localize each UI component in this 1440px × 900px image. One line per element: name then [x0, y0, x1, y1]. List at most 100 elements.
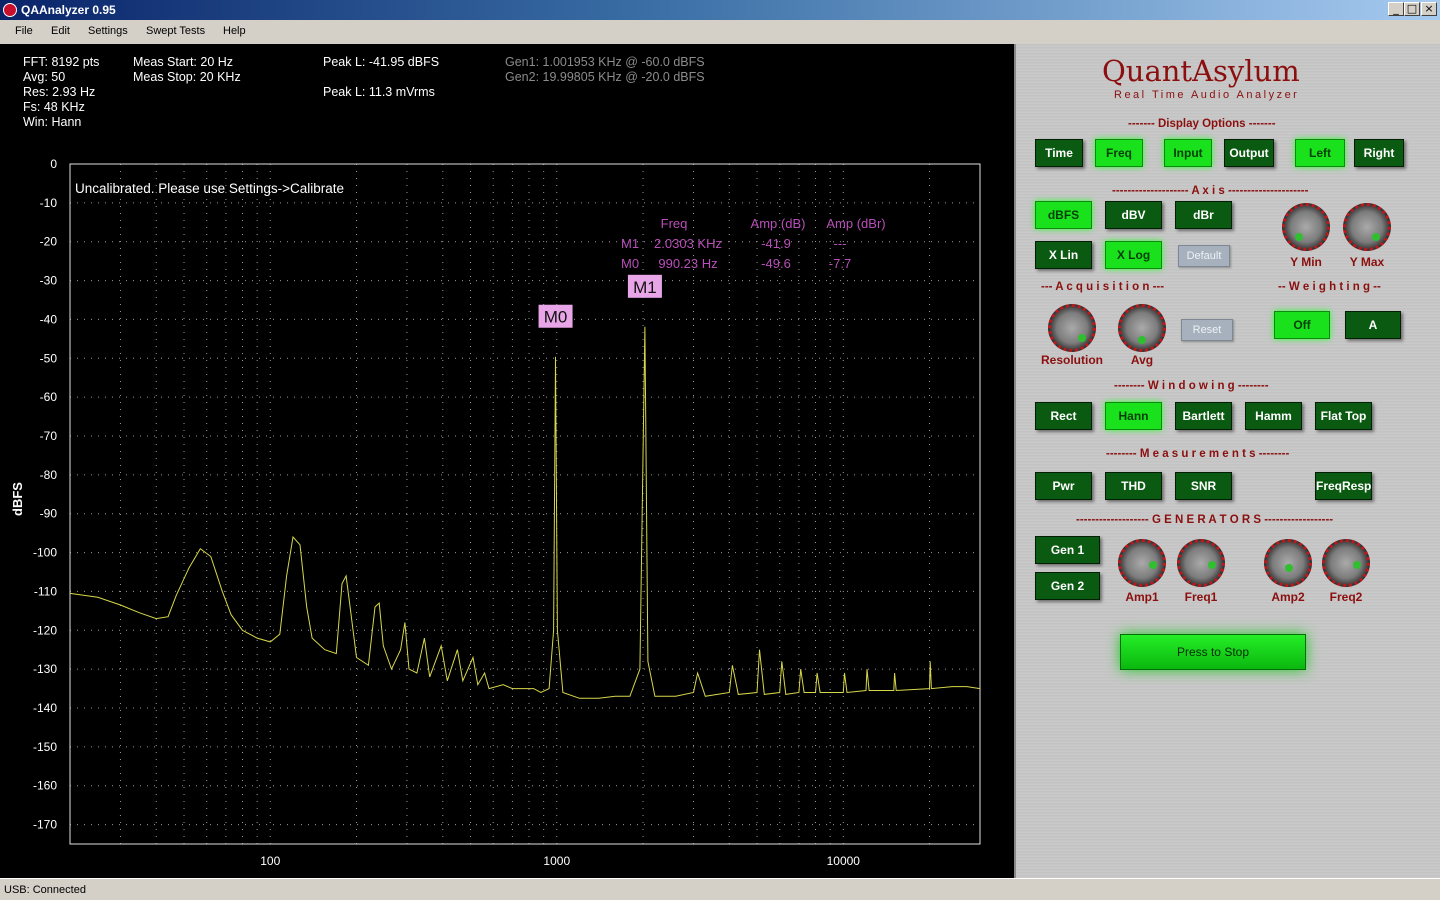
- default-button[interactable]: Default: [1178, 245, 1230, 267]
- freqresp-button[interactable]: FreqResp: [1315, 472, 1372, 500]
- time-button[interactable]: Time: [1035, 139, 1083, 167]
- marker-table-cell: 2.0303 KHz: [654, 236, 722, 251]
- control-panel: QuantAsylum Real Time Audio Analyzer ---…: [1014, 44, 1440, 878]
- bartlett-window-button[interactable]: Bartlett: [1175, 402, 1232, 430]
- marker-table-cell: 990.23 Hz: [658, 256, 717, 271]
- marker-table-cell: M0: [621, 256, 639, 271]
- x-tick-label: 10000: [827, 854, 861, 868]
- x-log-button[interactable]: X Log: [1105, 241, 1162, 269]
- section-windowing: -------- W i n d o w i n g --------: [1114, 380, 1269, 392]
- calibration-note: Uncalibrated. Please use Settings->Calib…: [75, 181, 344, 196]
- y-tick-label: -30: [40, 274, 58, 288]
- brand-tagline: Real Time Audio Analyzer: [1114, 89, 1300, 101]
- dbr-button[interactable]: dBr: [1175, 201, 1232, 229]
- pwr-button[interactable]: Pwr: [1035, 472, 1092, 500]
- y-max-knob[interactable]: [1343, 203, 1391, 251]
- marker-label: M1: [633, 278, 657, 297]
- y-tick-label: -60: [40, 390, 58, 404]
- y-tick-label: -160: [33, 779, 57, 793]
- weighting-a-button[interactable]: A: [1345, 311, 1401, 339]
- app-logo-icon: [3, 3, 17, 17]
- y-tick-label: -120: [33, 623, 57, 637]
- x-lin-button[interactable]: X Lin: [1035, 241, 1092, 269]
- gen2-button[interactable]: Gen 2: [1035, 572, 1100, 600]
- thd-button[interactable]: THD: [1105, 472, 1162, 500]
- dbfs-button[interactable]: dBFS: [1035, 201, 1092, 229]
- y-tick-label: -20: [40, 235, 58, 249]
- left-channel-button[interactable]: Left: [1295, 139, 1345, 167]
- y-axis-label: dBFS: [10, 482, 25, 516]
- y-tick-label: -40: [40, 312, 58, 326]
- input-button[interactable]: Input: [1164, 139, 1212, 167]
- marker-m0[interactable]: M0: [538, 304, 573, 328]
- gen1-button[interactable]: Gen 1: [1035, 536, 1100, 564]
- press-to-stop-button[interactable]: Press to Stop: [1120, 634, 1306, 670]
- y-tick-label: -150: [33, 740, 57, 754]
- y-tick-label: -10: [40, 196, 58, 210]
- weighting-off-button[interactable]: Off: [1274, 311, 1330, 339]
- y-min-label: Y Min: [1290, 255, 1322, 269]
- y-min-knob[interactable]: [1282, 203, 1330, 251]
- status-bar: USB: Connected: [0, 878, 1440, 900]
- resolution-knob[interactable]: [1048, 304, 1096, 352]
- y-tick-label: -130: [33, 662, 57, 676]
- usb-status: USB: Connected: [4, 884, 86, 896]
- section-weighting: -- W e i g h t i n g --: [1278, 281, 1381, 293]
- amp1-knob[interactable]: [1118, 539, 1166, 587]
- x-tick-label: 100: [260, 854, 280, 868]
- section-measurements: -------- M e a s u r e m e n t s -------…: [1106, 448, 1290, 460]
- freq-button[interactable]: Freq: [1095, 139, 1143, 167]
- reset-button[interactable]: Reset: [1181, 319, 1233, 341]
- amp2-knob[interactable]: [1264, 539, 1312, 587]
- marker-table-header: Freq: [661, 216, 688, 231]
- minimize-button[interactable]: _: [1388, 2, 1404, 16]
- rect-window-button[interactable]: Rect: [1035, 402, 1092, 430]
- output-button[interactable]: Output: [1224, 139, 1274, 167]
- menu-help[interactable]: Help: [223, 25, 246, 37]
- freq1-knob[interactable]: [1177, 539, 1225, 587]
- menu-bar: File Edit Settings Swept Tests Help: [0, 20, 1440, 44]
- y-tick-label: -110: [34, 584, 57, 598]
- menu-edit[interactable]: Edit: [51, 25, 70, 37]
- x-tick-label: 1000: [543, 854, 570, 868]
- dbv-button[interactable]: dBV: [1105, 201, 1162, 229]
- y-tick-label: 0: [50, 157, 57, 171]
- freq2-knob[interactable]: [1322, 539, 1370, 587]
- section-generators: ------------------- G E N E R A T O R S …: [1076, 514, 1334, 526]
- flat-top-window-button[interactable]: Flat Top: [1315, 402, 1372, 430]
- close-button[interactable]: ×: [1421, 2, 1437, 16]
- menu-settings[interactable]: Settings: [88, 25, 128, 37]
- maximize-button[interactable]: □: [1404, 2, 1420, 16]
- window-title: QAAnalyzer 0.95: [21, 3, 116, 17]
- menu-file[interactable]: File: [15, 25, 33, 37]
- freq2-label: Freq2: [1329, 590, 1363, 604]
- menu-swept-tests[interactable]: Swept Tests: [146, 25, 205, 37]
- section-axis: -------------------- A x i s -----------…: [1112, 185, 1309, 197]
- snr-button[interactable]: SNR: [1175, 472, 1232, 500]
- avg-knob[interactable]: [1118, 304, 1166, 352]
- freq1-label: Freq1: [1184, 590, 1218, 604]
- marker-m1[interactable]: M1: [627, 274, 662, 298]
- brand-name: QuantAsylum: [1102, 54, 1300, 88]
- section-acquisition: --- A c q u i s i t i o n ---: [1041, 281, 1165, 293]
- amp1-label: Amp1: [1125, 590, 1159, 604]
- hann-window-button[interactable]: Hann: [1105, 402, 1162, 430]
- right-channel-button[interactable]: Right: [1354, 139, 1404, 167]
- y-tick-label: -70: [40, 429, 58, 443]
- y-tick-label: -50: [40, 351, 58, 365]
- marker-table-header: Amp (dBr): [826, 216, 885, 231]
- marker-table-cell: M1: [621, 236, 639, 251]
- amp2-label: Amp2: [1271, 590, 1305, 604]
- marker-table-header: Amp (dB): [751, 216, 806, 231]
- marker-table-cell: ---: [834, 236, 847, 251]
- hamm-window-button[interactable]: Hamm: [1245, 402, 1302, 430]
- avg-label: Avg: [1130, 353, 1154, 367]
- y-tick-label: -90: [40, 507, 58, 521]
- y-tick-label: -140: [33, 701, 57, 715]
- y-tick-label: -100: [33, 546, 57, 560]
- section-display-options: ------- Display Options -------: [1128, 118, 1276, 130]
- y-tick-label: -170: [33, 818, 57, 832]
- marker-label: M0: [544, 308, 568, 327]
- y-tick-label: -80: [40, 468, 58, 482]
- marker-table-cell: -7.7: [829, 256, 851, 271]
